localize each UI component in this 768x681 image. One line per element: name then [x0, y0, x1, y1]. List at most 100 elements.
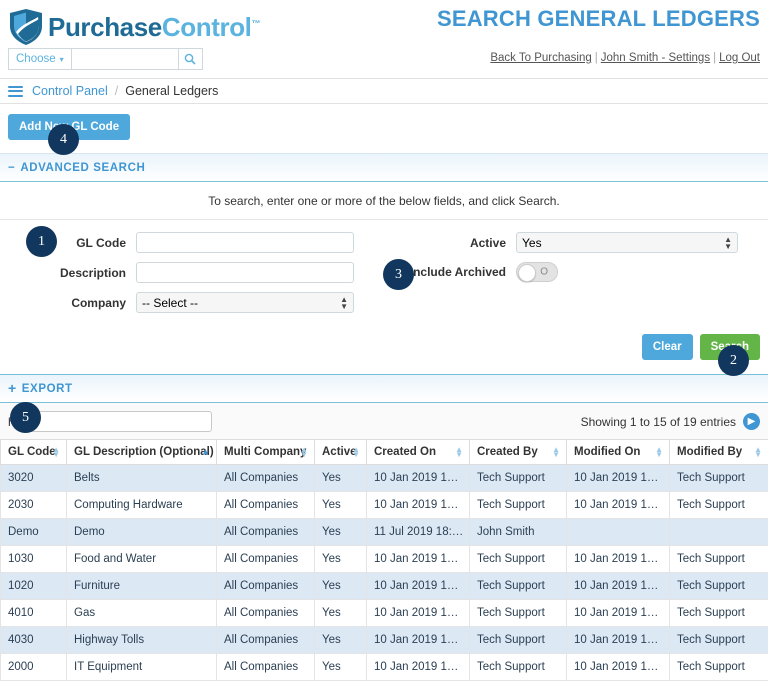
- shield-logo-icon: [8, 8, 44, 46]
- field-row-active: Active Yes ▲▼: [384, 232, 760, 253]
- column-header-created-by[interactable]: Created By ▲▼: [470, 440, 567, 465]
- column-header-active[interactable]: Active ▲▼: [315, 440, 367, 465]
- table-cell: Yes: [315, 519, 367, 546]
- table-cell: All Companies: [217, 573, 315, 600]
- showing-entries-text: Showing 1 to 15 of 19 entries: [581, 415, 736, 429]
- table-cell: Demo: [1, 519, 67, 546]
- table-cell: All Companies: [217, 600, 315, 627]
- table-search-input[interactable]: [24, 411, 212, 432]
- breadcrumb-item-control-panel[interactable]: Control Panel: [32, 84, 108, 98]
- pagination-info-group: Showing 1 to 15 of 19 entries ▶: [581, 413, 760, 430]
- column-header-modified-by[interactable]: Modified By ▲▼: [670, 440, 768, 465]
- search-scope-dropdown[interactable]: Choose ▾: [8, 48, 71, 70]
- clear-button[interactable]: Clear: [642, 334, 693, 360]
- next-page-icon[interactable]: ▶: [743, 413, 760, 430]
- hamburger-menu-icon[interactable]: [8, 83, 23, 99]
- global-search: Choose ▾: [8, 48, 203, 70]
- annotation-badge-2: 2: [718, 345, 749, 376]
- table-cell: 10 Jan 2019 10:26: [567, 465, 670, 492]
- table-row[interactable]: DemoDemoAll CompaniesYes11 Jul 2019 18:3…: [1, 519, 768, 546]
- table-cell: 10 Jan 2019 10:26: [567, 627, 670, 654]
- table-cell: John Smith: [470, 519, 567, 546]
- column-header-created-on[interactable]: Created On ▲▼: [367, 440, 470, 465]
- breadcrumb: Control Panel / General Ledgers: [0, 78, 768, 104]
- table-cell: Tech Support: [670, 546, 768, 573]
- table-cell: 10 Jan 2019 10:26: [367, 465, 470, 492]
- table-cell: [567, 519, 670, 546]
- table-cell: IT Equipment: [67, 654, 217, 681]
- table-cell: All Companies: [217, 492, 315, 519]
- table-cell: Tech Support: [670, 627, 768, 654]
- sort-indicator-icon: ▲▼: [754, 447, 762, 457]
- table-row[interactable]: 3020BeltsAll CompaniesYes10 Jan 2019 10:…: [1, 465, 768, 492]
- table-cell: 4010: [1, 600, 67, 627]
- table-cell: 10 Jan 2019 10:26: [567, 654, 670, 681]
- table-row[interactable]: 2000IT EquipmentAll CompaniesYes10 Jan 2…: [1, 654, 768, 681]
- company-select[interactable]: -- Select --: [136, 292, 354, 313]
- link-back-to-purchasing[interactable]: Back To Purchasing: [490, 52, 591, 64]
- table-cell: All Companies: [217, 546, 315, 573]
- advanced-search-section-toggle[interactable]: − ADVANCED SEARCH: [0, 153, 768, 181]
- link-separator: |: [713, 52, 716, 64]
- table-header-row: GL Code ▲▼ GL Description (Optional) ▲ M…: [1, 440, 768, 465]
- table-row[interactable]: 4030Highway TollsAll CompaniesYes10 Jan …: [1, 627, 768, 654]
- table-cell: 10 Jan 2019 10:26: [567, 546, 670, 573]
- table-cell: Furniture: [67, 573, 217, 600]
- table-cell: Yes: [315, 600, 367, 627]
- table-cell: [670, 519, 768, 546]
- link-user-settings[interactable]: John Smith - Settings: [601, 52, 710, 64]
- column-header-gl-code[interactable]: GL Code ▲▼: [1, 440, 67, 465]
- table-row[interactable]: 4010GasAll CompaniesYes10 Jan 2019 10:26…: [1, 600, 768, 627]
- table-cell: Demo: [67, 519, 217, 546]
- table-cell: All Companies: [217, 465, 315, 492]
- field-row-description: Description: [8, 262, 384, 283]
- column-header-gl-description[interactable]: GL Description (Optional) ▲: [67, 440, 217, 465]
- expand-plus-icon: +: [8, 383, 17, 394]
- sort-indicator-icon: ▲▼: [655, 447, 663, 457]
- table-cell: 10 Jan 2019 10:26: [567, 573, 670, 600]
- general-ledgers-table: GL Code ▲▼ GL Description (Optional) ▲ M…: [0, 439, 768, 681]
- include-archived-toggle[interactable]: O: [516, 262, 558, 282]
- trademark-icon: ™: [252, 18, 261, 28]
- table-cell: Yes: [315, 492, 367, 519]
- link-separator: |: [595, 52, 598, 64]
- sort-indicator-icon: ▲▼: [300, 447, 308, 457]
- table-cell: Tech Support: [470, 654, 567, 681]
- column-label: Created On: [374, 446, 436, 458]
- table-cell: Highway Tolls: [67, 627, 217, 654]
- table-cell: 10 Jan 2019 10:26: [367, 654, 470, 681]
- column-header-modified-on[interactable]: Modified On ▲▼: [567, 440, 670, 465]
- brand-logo[interactable]: PurchaseControl™: [8, 8, 260, 46]
- table-cell: 10 Jan 2019 10:26: [367, 573, 470, 600]
- table-row[interactable]: 1020FurnitureAll CompaniesYes10 Jan 2019…: [1, 573, 768, 600]
- table-row[interactable]: 1030Food and WaterAll CompaniesYes10 Jan…: [1, 546, 768, 573]
- form-column-left: GL Code Description Company -- Select --…: [8, 232, 384, 322]
- breadcrumb-item-general-ledgers: General Ledgers: [125, 84, 218, 98]
- table-row[interactable]: 2030Computing HardwareAll CompaniesYes10…: [1, 492, 768, 519]
- gl-code-input[interactable]: [136, 232, 354, 253]
- table-controls: h: Showing 1 to 15 of 19 entries ▶: [0, 403, 768, 439]
- link-log-out[interactable]: Log Out: [719, 52, 760, 64]
- toggle-knob: [518, 264, 536, 282]
- search-icon[interactable]: [179, 48, 203, 70]
- column-label: Modified By: [677, 446, 742, 458]
- export-section-toggle[interactable]: + EXPORT: [0, 374, 768, 402]
- table-cell: Tech Support: [670, 600, 768, 627]
- table-cell: 3020: [1, 465, 67, 492]
- description-input[interactable]: [136, 262, 354, 283]
- table-cell: 2030: [1, 492, 67, 519]
- table-cell: Tech Support: [670, 654, 768, 681]
- table-cell: Belts: [67, 465, 217, 492]
- table-cell: Tech Support: [470, 600, 567, 627]
- column-header-multi-company[interactable]: Multi Company ▲▼: [217, 440, 315, 465]
- table-cell: Computing Hardware: [67, 492, 217, 519]
- global-search-input[interactable]: [71, 48, 179, 70]
- annotation-badge-1: 1: [26, 226, 57, 257]
- active-select[interactable]: Yes: [516, 232, 738, 253]
- table-cell: Tech Support: [470, 546, 567, 573]
- collapse-minus-icon: −: [8, 162, 15, 174]
- brand-wordmark: PurchaseControl™: [48, 12, 260, 43]
- advanced-search-hint: To search, enter one or more of the belo…: [0, 182, 768, 220]
- table-cell: 4030: [1, 627, 67, 654]
- sort-indicator-icon: ▲▼: [52, 447, 60, 457]
